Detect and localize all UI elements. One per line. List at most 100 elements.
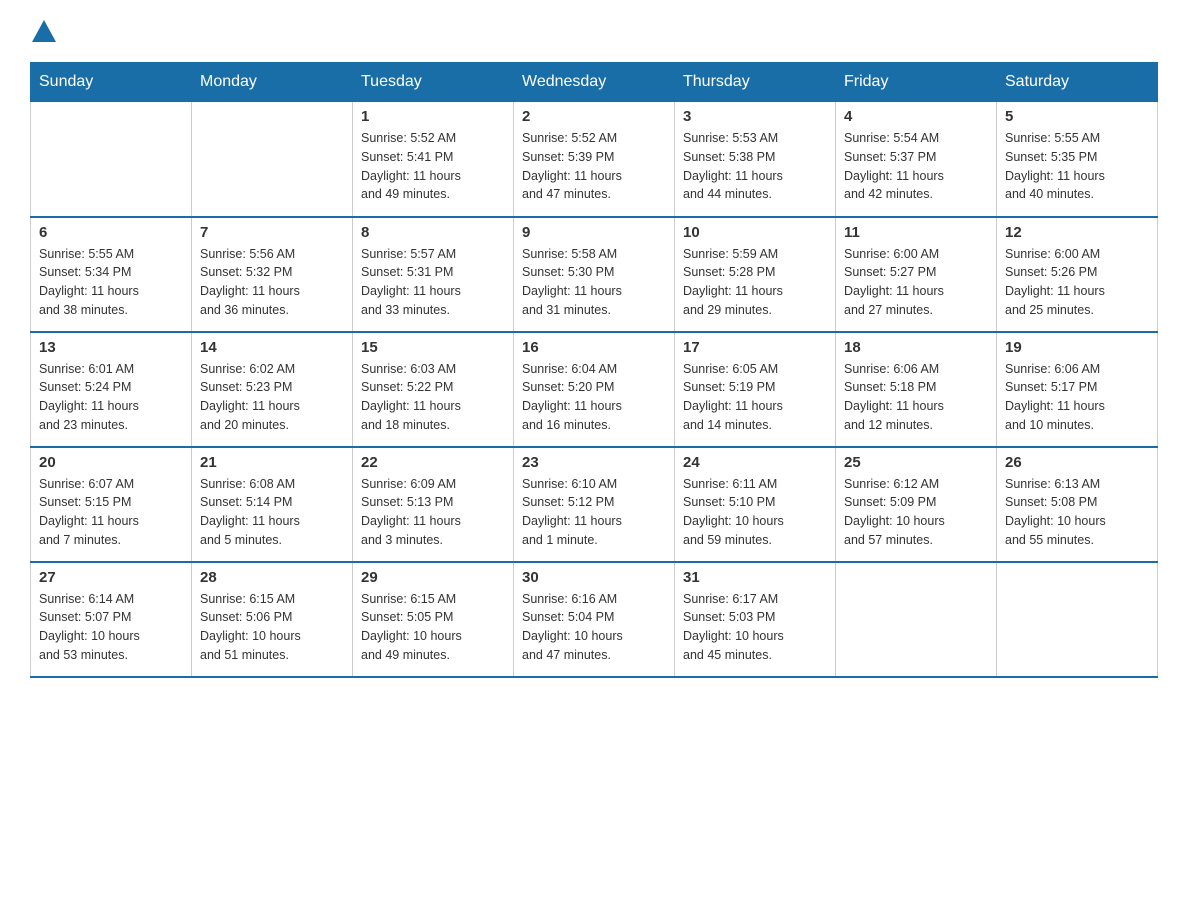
calendar-cell: 10 Sunrise: 5:59 AMSunset: 5:28 PMDayligh…: [675, 217, 836, 332]
weekday-header-saturday: Saturday: [997, 63, 1158, 102]
calendar-cell: 30Sunrise: 6:16 AMSunset: 5:04 PMDayligh…: [514, 562, 675, 677]
calendar-cell: 17 Sunrise: 6:05 AMSunset: 5:19 PMDayligh…: [675, 332, 836, 447]
calendar-week-row: 27Sunrise: 6:14 AMSunset: 5:07 PMDayligh…: [31, 562, 1158, 677]
calendar-cell: 12 Sunrise: 6:00 AMSunset: 5:26 PMDayligh…: [997, 217, 1158, 332]
day-info: Sunrise: 5:55 AMSunset: 5:35 PMDaylight:…: [1005, 129, 1149, 204]
day-number: 2: [522, 108, 666, 125]
logo: [30, 20, 58, 42]
calendar-cell: 29 Sunrise: 6:15 AMSunset: 5:05 PMDayligh…: [353, 562, 514, 677]
calendar-cell: 22Sunrise: 6:09 AMSunset: 5:13 PMDayligh…: [353, 447, 514, 562]
day-info: Sunrise: 6:08 AMSunset: 5:14 PMDaylight:…: [200, 475, 344, 550]
day-info: Sunrise: 6:02 AMSunset: 5:23 PMDaylight:…: [200, 360, 344, 435]
day-info: Sunrise: 5:53 AMSunset: 5:38 PMDaylight:…: [683, 129, 827, 204]
day-info: Sunrise: 6:05 AMSunset: 5:19 PMDaylight:…: [683, 360, 827, 435]
day-info: Sunrise: 6:06 AMSunset: 5:17 PMDaylight:…: [1005, 360, 1149, 435]
day-number: 24: [683, 454, 827, 471]
day-number: 22: [361, 454, 505, 471]
calendar-cell: [192, 102, 353, 217]
calendar-cell: 15 Sunrise: 6:03 AMSunset: 5:22 PMDayligh…: [353, 332, 514, 447]
day-number: 16: [522, 339, 666, 356]
calendar-cell: 28 Sunrise: 6:15 AMSunset: 5:06 PMDayligh…: [192, 562, 353, 677]
calendar-week-row: 20 Sunrise: 6:07 AMSunset: 5:15 PMDayligh…: [31, 447, 1158, 562]
day-number: 29: [361, 569, 505, 586]
day-number: 10: [683, 224, 827, 241]
day-number: 7: [200, 224, 344, 241]
calendar-week-row: 6Sunrise: 5:55 AMSunset: 5:34 PMDaylight…: [31, 217, 1158, 332]
day-number: 13: [39, 339, 183, 356]
day-number: 15: [361, 339, 505, 356]
calendar-cell: 16 Sunrise: 6:04 AMSunset: 5:20 PMDayligh…: [514, 332, 675, 447]
page-header: [30, 20, 1158, 42]
day-number: 14: [200, 339, 344, 356]
weekday-header-sunday: Sunday: [31, 63, 192, 102]
day-info: Sunrise: 6:14 AMSunset: 5:07 PMDaylight:…: [39, 590, 183, 665]
day-number: 1: [361, 108, 505, 125]
day-number: 25: [844, 454, 988, 471]
calendar-cell: 11Sunrise: 6:00 AMSunset: 5:27 PMDayligh…: [836, 217, 997, 332]
day-number: 20: [39, 454, 183, 471]
day-info: Sunrise: 5:59 AMSunset: 5:28 PMDaylight:…: [683, 245, 827, 320]
day-number: 9: [522, 224, 666, 241]
calendar-cell: 1Sunrise: 5:52 AMSunset: 5:41 PMDaylight…: [353, 102, 514, 217]
day-info: Sunrise: 6:03 AMSunset: 5:22 PMDaylight:…: [361, 360, 505, 435]
calendar-body: 1Sunrise: 5:52 AMSunset: 5:41 PMDaylight…: [31, 102, 1158, 677]
logo-triangle-icon: [32, 20, 56, 42]
calendar-header: SundayMondayTuesdayWednesdayThursdayFrid…: [31, 63, 1158, 102]
day-info: Sunrise: 6:10 AMSunset: 5:12 PMDaylight:…: [522, 475, 666, 550]
day-number: 11: [844, 224, 988, 241]
calendar-cell: 6Sunrise: 5:55 AMSunset: 5:34 PMDaylight…: [31, 217, 192, 332]
calendar-cell: [997, 562, 1158, 677]
day-info: Sunrise: 6:11 AMSunset: 5:10 PMDaylight:…: [683, 475, 827, 550]
day-number: 17: [683, 339, 827, 356]
day-info: Sunrise: 6:06 AMSunset: 5:18 PMDaylight:…: [844, 360, 988, 435]
weekday-header-monday: Monday: [192, 63, 353, 102]
calendar-cell: 31Sunrise: 6:17 AMSunset: 5:03 PMDayligh…: [675, 562, 836, 677]
logo-text: [30, 20, 58, 42]
day-number: 6: [39, 224, 183, 241]
day-info: Sunrise: 5:56 AMSunset: 5:32 PMDaylight:…: [200, 245, 344, 320]
day-info: Sunrise: 6:15 AMSunset: 5:06 PMDaylight:…: [200, 590, 344, 665]
day-number: 31: [683, 569, 827, 586]
calendar-cell: 8Sunrise: 5:57 AMSunset: 5:31 PMDaylight…: [353, 217, 514, 332]
calendar-cell: 19 Sunrise: 6:06 AMSunset: 5:17 PMDayligh…: [997, 332, 1158, 447]
calendar-cell: 4Sunrise: 5:54 AMSunset: 5:37 PMDaylight…: [836, 102, 997, 217]
calendar-cell: 27Sunrise: 6:14 AMSunset: 5:07 PMDayligh…: [31, 562, 192, 677]
calendar-cell: [31, 102, 192, 217]
calendar-cell: 13 Sunrise: 6:01 AMSunset: 5:24 PMDayligh…: [31, 332, 192, 447]
day-info: Sunrise: 6:15 AMSunset: 5:05 PMDaylight:…: [361, 590, 505, 665]
calendar-cell: 24 Sunrise: 6:11 AMSunset: 5:10 PMDayligh…: [675, 447, 836, 562]
calendar-cell: 7 Sunrise: 5:56 AMSunset: 5:32 PMDaylight…: [192, 217, 353, 332]
day-number: 21: [200, 454, 344, 471]
calendar-cell: 26Sunrise: 6:13 AMSunset: 5:08 PMDayligh…: [997, 447, 1158, 562]
day-number: 12: [1005, 224, 1149, 241]
calendar-week-row: 1Sunrise: 5:52 AMSunset: 5:41 PMDaylight…: [31, 102, 1158, 217]
day-number: 23: [522, 454, 666, 471]
calendar-week-row: 13 Sunrise: 6:01 AMSunset: 5:24 PMDayligh…: [31, 332, 1158, 447]
calendar-cell: 18 Sunrise: 6:06 AMSunset: 5:18 PMDayligh…: [836, 332, 997, 447]
calendar-cell: 21 Sunrise: 6:08 AMSunset: 5:14 PMDayligh…: [192, 447, 353, 562]
calendar-cell: 5Sunrise: 5:55 AMSunset: 5:35 PMDaylight…: [997, 102, 1158, 217]
day-number: 4: [844, 108, 988, 125]
day-info: Sunrise: 5:58 AMSunset: 5:30 PMDaylight:…: [522, 245, 666, 320]
day-number: 3: [683, 108, 827, 125]
weekday-header-row: SundayMondayTuesdayWednesdayThursdayFrid…: [31, 63, 1158, 102]
weekday-header-thursday: Thursday: [675, 63, 836, 102]
day-info: Sunrise: 6:00 AMSunset: 5:26 PMDaylight:…: [1005, 245, 1149, 320]
day-info: Sunrise: 5:57 AMSunset: 5:31 PMDaylight:…: [361, 245, 505, 320]
day-number: 26: [1005, 454, 1149, 471]
calendar-cell: [836, 562, 997, 677]
day-number: 28: [200, 569, 344, 586]
day-info: Sunrise: 6:01 AMSunset: 5:24 PMDaylight:…: [39, 360, 183, 435]
day-info: Sunrise: 6:07 AMSunset: 5:15 PMDaylight:…: [39, 475, 183, 550]
day-number: 19: [1005, 339, 1149, 356]
calendar-cell: 2 Sunrise: 5:52 AMSunset: 5:39 PMDaylight…: [514, 102, 675, 217]
calendar-cell: 23 Sunrise: 6:10 AMSunset: 5:12 PMDayligh…: [514, 447, 675, 562]
day-info: Sunrise: 6:16 AMSunset: 5:04 PMDaylight:…: [522, 590, 666, 665]
calendar-cell: 3 Sunrise: 5:53 AMSunset: 5:38 PMDaylight…: [675, 102, 836, 217]
day-info: Sunrise: 6:04 AMSunset: 5:20 PMDaylight:…: [522, 360, 666, 435]
weekday-header-friday: Friday: [836, 63, 997, 102]
calendar-cell: 20 Sunrise: 6:07 AMSunset: 5:15 PMDayligh…: [31, 447, 192, 562]
day-number: 18: [844, 339, 988, 356]
calendar-cell: 14 Sunrise: 6:02 AMSunset: 5:23 PMDayligh…: [192, 332, 353, 447]
day-info: Sunrise: 5:52 AMSunset: 5:39 PMDaylight:…: [522, 129, 666, 204]
